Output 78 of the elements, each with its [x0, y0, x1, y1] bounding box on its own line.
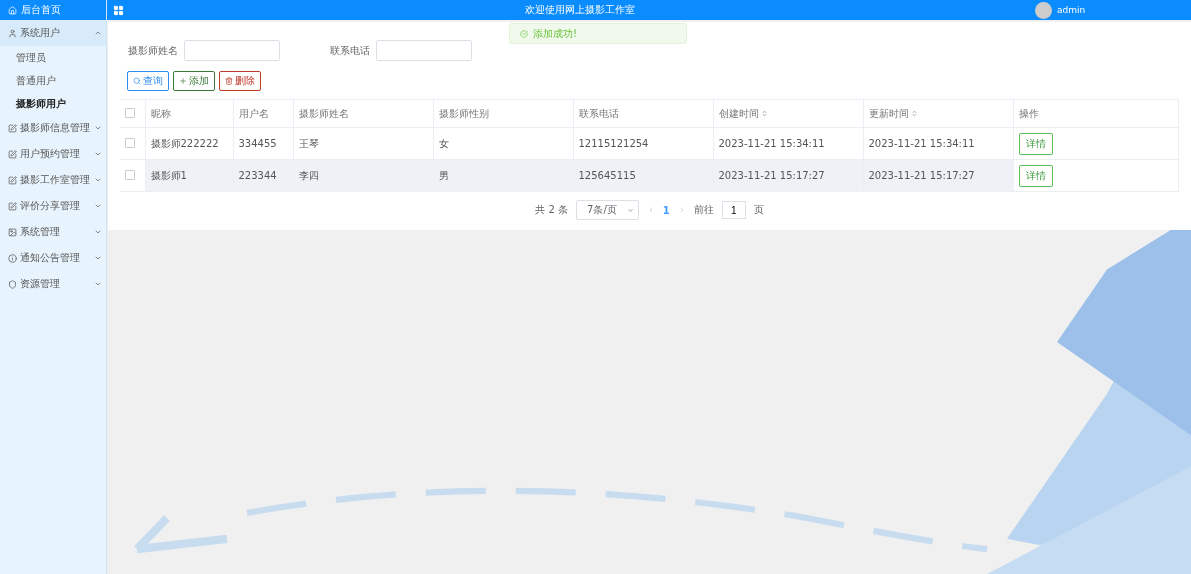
sort-icon[interactable] — [910, 110, 918, 117]
column-header: 操作 — [1018, 106, 1039, 121]
check-icon — [520, 29, 528, 38]
table-cell: 王琴 — [298, 137, 319, 149]
sidebar-item[interactable]: 摄影师信息管理 — [0, 115, 106, 141]
menu-icon — [8, 227, 17, 237]
sidebar-item[interactable]: 资源管理 — [0, 271, 106, 297]
table-cell: 摄影师222222 — [150, 137, 219, 149]
column-header: 联系电话 — [578, 106, 619, 121]
submenu-item[interactable]: 普通用户 — [0, 69, 106, 92]
detail-button[interactable]: 详情 — [1018, 164, 1053, 187]
column-header: 用户名 — [238, 106, 269, 121]
chevron-icon — [94, 29, 102, 37]
add-button[interactable]: 添加 — [173, 71, 215, 91]
menu-icon — [8, 279, 17, 289]
input-field[interactable] — [376, 40, 472, 61]
table-cell: 李四 — [298, 169, 319, 181]
toast-message: 添加成功! — [533, 26, 577, 41]
app-title: 欢迎使用网上摄影工作室 — [523, 3, 636, 17]
chevron-icon — [94, 228, 102, 236]
filter-label: 摄影师姓名 — [128, 43, 178, 58]
menu-icon — [8, 253, 17, 263]
column-header: 摄影师性别 — [438, 106, 489, 121]
column-header: 创建时间 — [718, 106, 759, 121]
avatar[interactable] — [1035, 1, 1052, 19]
grid-icon[interactable] — [113, 4, 124, 16]
trash-icon — [225, 77, 233, 85]
input-field[interactable] — [184, 40, 280, 61]
page-input[interactable]: 1 — [721, 201, 746, 219]
sidebar-item[interactable]: 摄影工作室管理 — [0, 167, 106, 193]
goto-label: 前往 — [693, 203, 714, 217]
checkbox[interactable] — [125, 107, 135, 118]
table-cell: 2023-11-21 15:17:27 — [868, 170, 975, 181]
table-cell: 125645115 — [578, 170, 636, 181]
plus-icon — [179, 77, 187, 85]
submenu-item[interactable]: 摄影师用户 — [0, 92, 106, 115]
chevron-icon — [626, 206, 634, 214]
column-header: 摄影师姓名 — [298, 106, 349, 121]
sidebar-item[interactable]: 系统管理 — [0, 219, 106, 245]
column-header: 更新时间 — [868, 106, 909, 121]
page-suffix: 页 — [753, 203, 764, 217]
sidebar-item[interactable]: 评价分享管理 — [0, 193, 106, 219]
menu-icon — [8, 149, 17, 159]
page-size-select[interactable]: 7条/页 — [576, 200, 639, 220]
menu-icon — [8, 201, 17, 211]
chevron-icon — [94, 124, 102, 132]
chevron-icon — [94, 202, 102, 210]
table-cell: 334455 — [238, 138, 277, 149]
checkbox[interactable] — [125, 137, 135, 148]
delete-button[interactable]: 删除 — [219, 71, 261, 91]
submenu-item[interactable]: 管理员 — [0, 46, 106, 69]
sort-icon[interactable] — [760, 110, 768, 117]
chevron-icon — [94, 280, 102, 288]
table-cell: 2023-11-21 15:17:27 — [718, 170, 825, 181]
table-cell: 男 — [438, 169, 449, 181]
menu-icon — [8, 123, 17, 133]
sidebar-item[interactable]: 通知公告管理 — [0, 245, 106, 271]
menu-icon — [8, 28, 17, 38]
table-cell: 2023-11-21 15:34:11 — [718, 138, 825, 149]
search-button[interactable]: 查询 — [127, 71, 169, 91]
checkbox[interactable] — [125, 169, 135, 180]
home-icon — [8, 5, 17, 15]
table-cell: 223344 — [238, 170, 277, 181]
table-cell: 摄影师1 — [150, 169, 187, 181]
detail-button[interactable]: 详情 — [1018, 132, 1053, 155]
total-count: 共 2 条 — [535, 203, 568, 217]
sidebar-item[interactable]: 系统用户 — [0, 20, 106, 46]
chevron-icon — [94, 254, 102, 262]
chevron-icon — [94, 176, 102, 184]
chevron-icon — [94, 150, 102, 158]
table-cell: 2023-11-21 15:34:11 — [868, 138, 975, 149]
search-icon — [133, 77, 141, 85]
filter-label: 联系电话 — [330, 43, 370, 58]
table-cell: 12115121254 — [578, 138, 649, 149]
menu-icon — [8, 175, 17, 185]
column-header: 昵称 — [150, 106, 171, 121]
table-cell: 女 — [438, 137, 449, 149]
sidebar-item[interactable]: 用户预约管理 — [0, 141, 106, 167]
